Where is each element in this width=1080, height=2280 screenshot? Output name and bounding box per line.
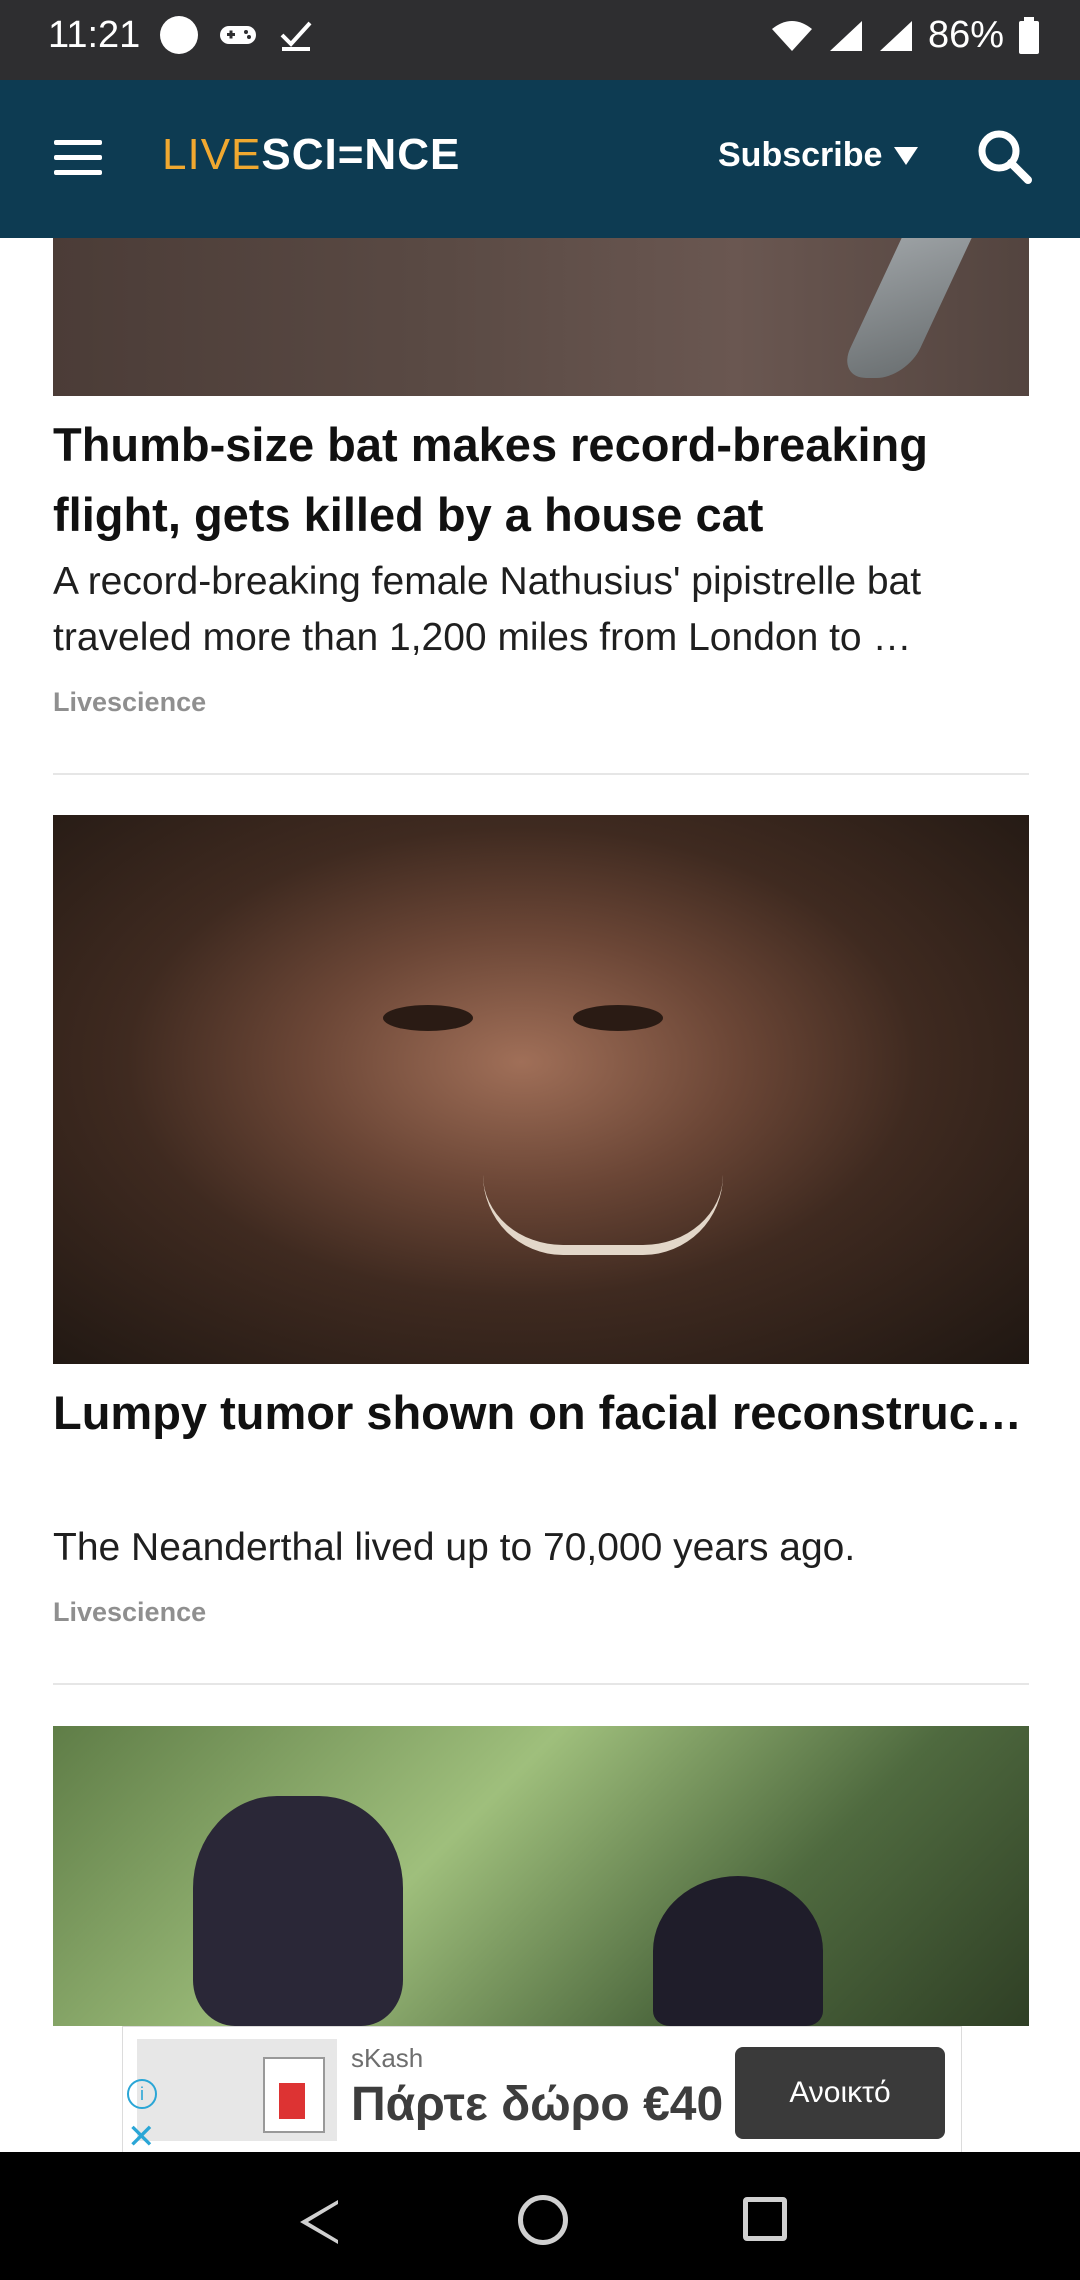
article-image-chimpanzees[interactable] (53, 1726, 1029, 2026)
ad-thumbnail (137, 2039, 337, 2141)
article-title[interactable]: Thumb-size bat makes record-breaking fli… (53, 410, 1033, 550)
article-source: Livescience (53, 687, 207, 717)
navigation-bar (0, 2152, 1080, 2280)
ad-brand: sKash (351, 2043, 424, 2073)
circle-icon (160, 16, 198, 54)
smile-shape (483, 1175, 723, 1255)
article-source: Livescience (53, 1597, 207, 1627)
article-title[interactable]: Lumpy tumor shown on facial reconstructi… (53, 1378, 1033, 1448)
article-image-neanderthal[interactable] (53, 815, 1029, 1364)
subscribe-button[interactable]: Subscribe (718, 136, 919, 175)
shop-icon (263, 2057, 325, 2133)
signal-icon (879, 20, 912, 51)
eye-shape (573, 1005, 663, 1031)
wifi-icon (771, 20, 812, 51)
ad-headline: Πάρτε δώρο €40 (351, 2078, 724, 2131)
check-icon (280, 21, 312, 51)
chimpanzee-shape (653, 1876, 823, 2026)
recent-apps-icon[interactable] (743, 2197, 787, 2241)
battery-percent: 86% (927, 14, 1004, 56)
article-title-text: Lumpy tumor shown on facial reconstructi… (53, 1386, 1033, 1439)
knife-blade-shape (836, 238, 972, 378)
ad-close-icon[interactable]: ✕ (127, 2117, 156, 2157)
status-time: 11:21 (48, 14, 141, 56)
divider (53, 773, 1029, 775)
signal-icon (829, 20, 862, 51)
chimpanzee-shape (193, 1796, 403, 2026)
game-controller-icon (220, 26, 256, 44)
logo-science-text: SCI=NCE (261, 130, 461, 179)
subscribe-label: Subscribe (718, 136, 883, 174)
article-description: A record-breaking female Nathusius' pipi… (53, 560, 922, 659)
home-icon[interactable] (518, 2195, 568, 2245)
menu-icon[interactable] (54, 140, 102, 176)
status-system-icons: 86% (770, 14, 1040, 57)
search-icon[interactable] (974, 126, 1034, 186)
eye-shape (383, 1005, 473, 1031)
back-icon[interactable] (300, 2200, 338, 2244)
divider (53, 1683, 1029, 1685)
ad-info-icon[interactable]: i (127, 2079, 157, 2109)
logo-live-text: LIVE (162, 130, 262, 179)
article-description: The Neanderthal lived up to 70,000 years… (53, 1526, 856, 1569)
status-notification-icons (160, 16, 314, 54)
app-header: LIVESCI=NCE Subscribe (0, 80, 1080, 238)
ad-open-button[interactable]: Ανοικτό (735, 2047, 945, 2139)
article-image-bat[interactable] (53, 238, 1029, 396)
ad-banner[interactable]: i ✕ sKash Πάρτε δώρο €40 Ανοικτό (122, 2026, 962, 2157)
status-bar: 11:21 86% (0, 0, 1080, 80)
livescience-logo[interactable]: LIVESCI=NCE (162, 130, 460, 180)
dropdown-triangle-icon (894, 146, 919, 165)
battery-icon (1019, 16, 1039, 54)
